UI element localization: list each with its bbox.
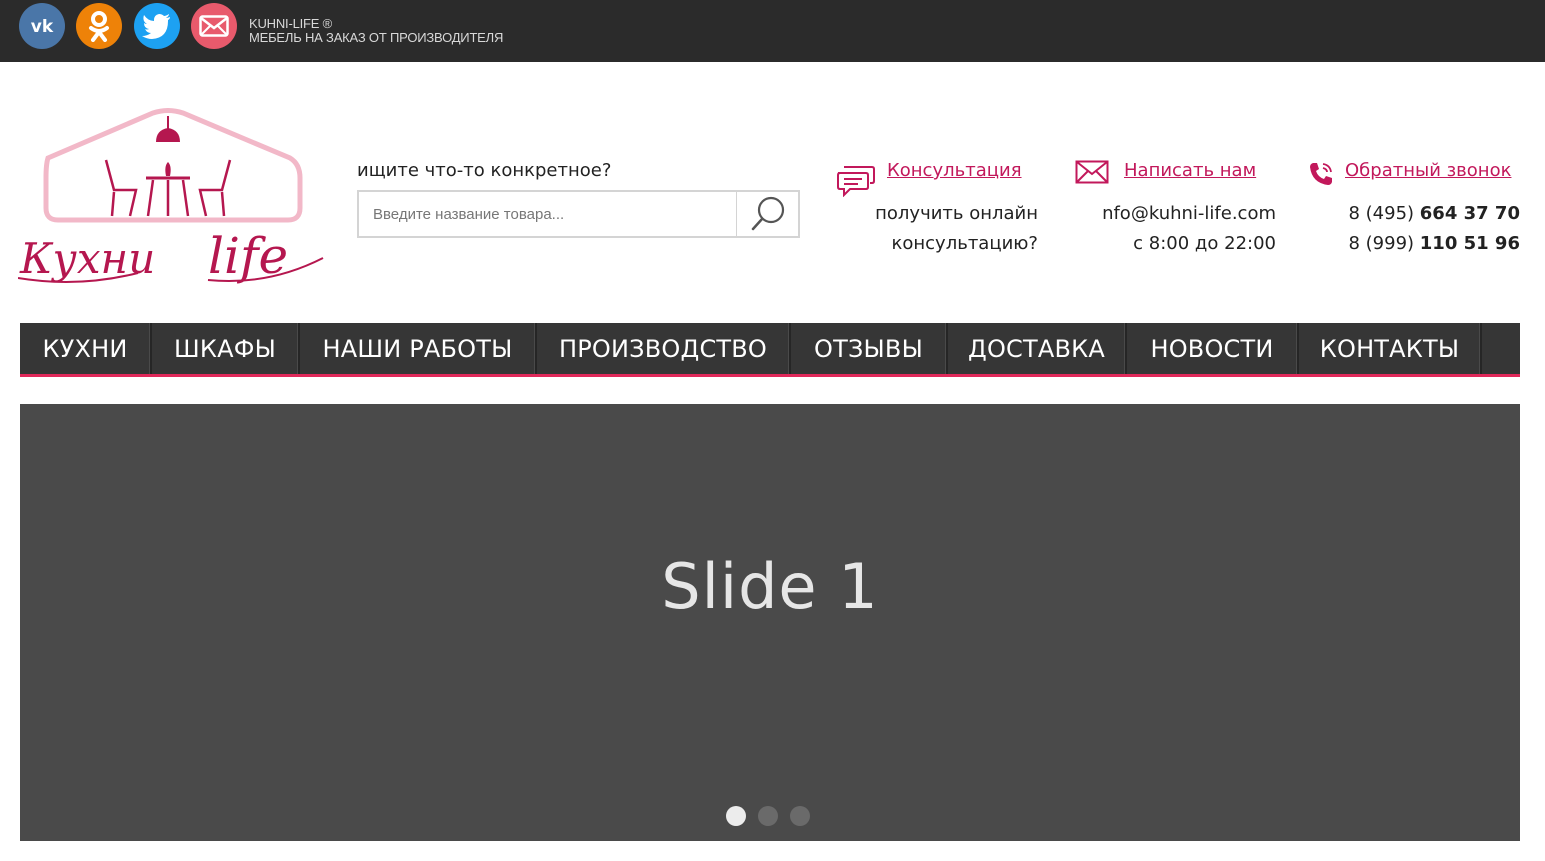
nav-item-wardrobes[interactable]: ШКАФЫ — [152, 323, 300, 374]
callback-link[interactable]: Обратный звонок — [1345, 160, 1511, 181]
nav-item-delivery[interactable]: ДОСТАВКА — [948, 323, 1127, 374]
brand-text: KUHNI-LIFE ® МЕБЕЛЬ НА ЗАКАЗ ОТ ПРОИЗВОД… — [249, 17, 503, 45]
nav-item-production[interactable]: ПРОИЗВОДСТВО — [537, 323, 791, 374]
vk-icon[interactable]: vk — [19, 3, 65, 49]
phone-1-number: 664 37 70 — [1419, 203, 1520, 224]
slider-dot-3[interactable] — [790, 806, 810, 826]
phone-1[interactable]: 8 (495) 664 37 70 — [1348, 203, 1520, 224]
brand-tagline: МЕБЕЛЬ НА ЗАКАЗ ОТ ПРОИЗВОДИТЕЛЯ — [249, 30, 504, 45]
slider-dot-2[interactable] — [758, 806, 778, 826]
phone-icon — [1310, 163, 1332, 185]
consult-line1: получить онлайн — [875, 203, 1038, 224]
contact-email[interactable]: nfo@kuhni-life.com — [1102, 203, 1276, 224]
svg-text:Кухни: Кухни — [19, 234, 155, 283]
nav-item-contacts[interactable]: КОНТАКТЫ — [1299, 323, 1482, 374]
working-hours: с 8:00 до 22:00 — [1133, 233, 1276, 254]
search-icon — [751, 196, 784, 231]
hero-slider[interactable]: Slide 1 — [20, 404, 1520, 841]
slide-title: Slide 1 — [661, 550, 879, 623]
nav-item-news[interactable]: НОВОСТИ — [1127, 323, 1299, 374]
phone-2[interactable]: 8 (999) 110 51 96 — [1348, 233, 1520, 254]
mail-icon[interactable] — [191, 3, 237, 49]
nav-item-our-works[interactable]: НАШИ РАБОТЫ — [300, 323, 537, 374]
consultation-link[interactable]: Консультация — [887, 160, 1022, 181]
chat-icon — [837, 166, 875, 197]
slider-dot-1[interactable] — [726, 806, 746, 826]
top-bar: vk KUHNI-LIFE ® МЕБЕЛЬ НА ЗАКАЗ ОТ ПРОИЗ… — [0, 0, 1545, 62]
search-button[interactable] — [736, 192, 798, 236]
nav-item-reviews[interactable]: ОТЗЫВЫ — [791, 323, 948, 374]
write-us-link[interactable]: Написать нам — [1124, 160, 1256, 181]
phone-2-prefix: 8 (999) — [1348, 233, 1415, 254]
search-form — [357, 190, 800, 238]
envelope-icon — [1075, 160, 1109, 184]
twitter-icon[interactable] — [134, 3, 180, 49]
nav-item-kitchens[interactable]: КУХНИ — [20, 323, 152, 374]
consult-line2: консультацию? — [891, 233, 1039, 254]
slider-pagination — [726, 806, 810, 826]
site-logo[interactable]: Кухни life — [17, 108, 328, 298]
search-hint: ищите что-то конкретное? — [357, 160, 612, 181]
svg-text:vk: vk — [31, 17, 54, 36]
phone-1-prefix: 8 (495) — [1348, 203, 1415, 224]
phone-2-number: 110 51 96 — [1419, 233, 1520, 254]
logo-image: Кухни life — [17, 108, 324, 285]
odnoklassniki-icon[interactable] — [76, 3, 122, 49]
main-nav: КУХНИ ШКАФЫ НАШИ РАБОТЫ ПРОИЗВОДСТВО ОТЗ… — [20, 323, 1520, 377]
brand-name: KUHNI-LIFE ® — [249, 16, 333, 31]
search-input[interactable] — [359, 192, 736, 236]
